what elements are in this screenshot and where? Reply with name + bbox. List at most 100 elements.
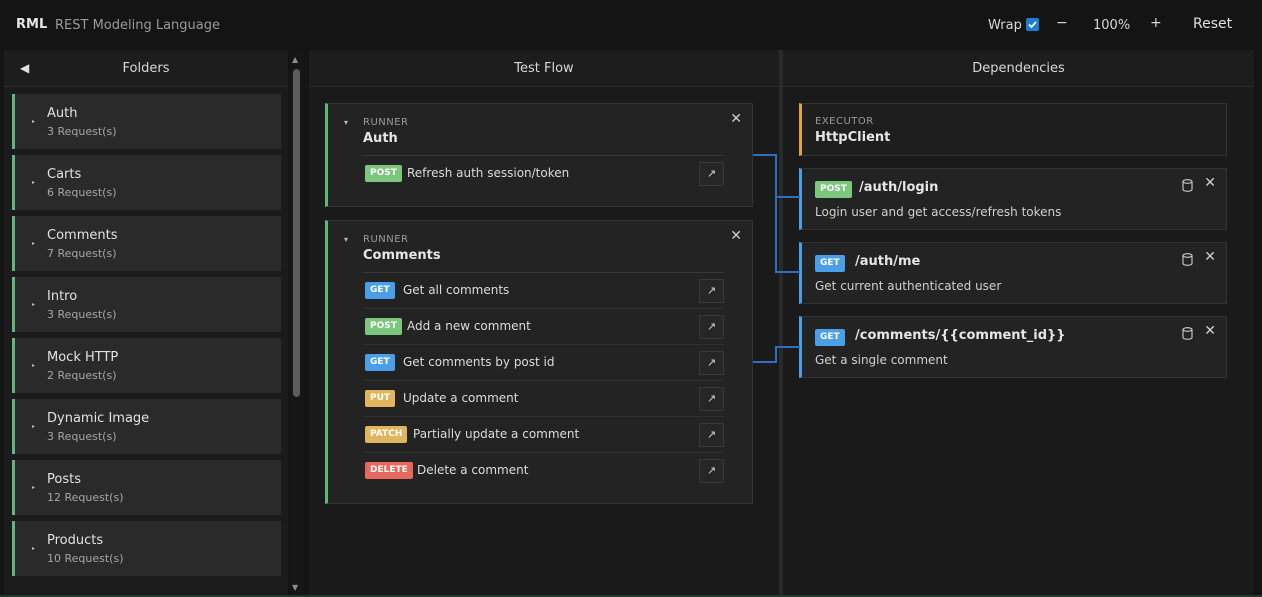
request-row[interactable]: GET Get all comments ↗ bbox=[363, 273, 724, 309]
dependencies-header: Dependencies bbox=[783, 50, 1254, 87]
close-icon[interactable]: ✕ bbox=[730, 111, 742, 127]
folder-item[interactable]: ▸ Auth 3 Request(s) bbox=[12, 94, 281, 149]
folder-request-count: 3 Request(s) bbox=[47, 430, 117, 443]
folder-item[interactable]: ▸ Posts 12 Request(s) bbox=[12, 460, 281, 515]
dependency-path: /auth/me bbox=[855, 254, 921, 269]
caret-right-icon[interactable]: ▸ bbox=[32, 301, 35, 308]
caret-right-icon[interactable]: ▸ bbox=[32, 118, 35, 125]
folder-request-count: 7 Request(s) bbox=[47, 247, 117, 260]
request-name: Delete a comment bbox=[417, 463, 529, 477]
folders-header: ◀ Folders bbox=[4, 50, 288, 87]
dependency-card[interactable]: GET/auth/me Get current authenticated use… bbox=[799, 242, 1227, 304]
request-row[interactable]: PUT Update a comment ↗ bbox=[363, 381, 724, 417]
scroll-thumb[interactable] bbox=[293, 69, 300, 397]
dependency-card[interactable]: POST/auth/login Login user and get access… bbox=[799, 168, 1227, 230]
request-name: Update a comment bbox=[403, 391, 519, 405]
folder-item[interactable]: ▸ Dynamic Image 3 Request(s) bbox=[12, 399, 281, 454]
dependency-path: /comments/{{comment_id}} bbox=[855, 328, 1066, 343]
folder-name: Comments bbox=[47, 228, 118, 243]
collapse-left-icon[interactable]: ◀ bbox=[20, 50, 29, 87]
open-request-button[interactable]: ↗ bbox=[699, 387, 724, 411]
runner-title: Comments bbox=[363, 248, 441, 263]
request-row[interactable]: DELETE Delete a comment ↗ bbox=[363, 453, 724, 489]
database-icon[interactable] bbox=[1182, 179, 1193, 195]
open-request-button[interactable]: ↗ bbox=[699, 315, 724, 339]
folder-item[interactable]: ▸ Carts 6 Request(s) bbox=[12, 155, 281, 210]
database-icon[interactable] bbox=[1182, 253, 1193, 269]
executor-title: HttpClient bbox=[815, 130, 891, 145]
app-subtitle: REST Modeling Language bbox=[55, 18, 220, 33]
request-row[interactable]: PATCH Partially update a comment ↗ bbox=[363, 417, 724, 453]
method-badge: POST bbox=[815, 181, 852, 198]
close-icon[interactable]: ✕ bbox=[1204, 175, 1216, 191]
folder-request-count: 3 Request(s) bbox=[47, 308, 117, 321]
folder-name: Products bbox=[47, 533, 104, 548]
method-badge: GET bbox=[365, 354, 395, 371]
dependency-path: /auth/login bbox=[859, 180, 939, 195]
caret-right-icon[interactable]: ▸ bbox=[32, 484, 35, 491]
executor-label: EXECUTOR bbox=[815, 116, 874, 127]
caret-right-icon[interactable]: ▸ bbox=[32, 240, 35, 247]
method-badge: POST bbox=[365, 165, 402, 182]
app-name: RML bbox=[16, 17, 48, 32]
close-icon[interactable]: ✕ bbox=[1204, 323, 1216, 339]
scroll-down-icon[interactable]: ▼ bbox=[292, 583, 298, 592]
request-name: Get comments by post id bbox=[403, 355, 555, 369]
caret-right-icon[interactable]: ▸ bbox=[32, 362, 35, 369]
folder-item[interactable]: ▸ Mock HTTP 2 Request(s) bbox=[12, 338, 281, 393]
method-badge: DELETE bbox=[365, 462, 413, 479]
request-row[interactable]: POST Refresh auth session/token ↗ bbox=[363, 156, 724, 192]
folders-scrollbar[interactable]: ▲ ▼ bbox=[290, 50, 304, 597]
runner-card: ▾ RUNNER Auth ✕ POST Refresh auth session/tok… bbox=[325, 103, 753, 207]
expand-icon[interactable]: ▾ bbox=[344, 118, 348, 127]
caret-right-icon[interactable]: ▸ bbox=[32, 423, 35, 430]
open-request-button[interactable]: ↗ bbox=[699, 351, 724, 375]
request-name: Refresh auth session/token bbox=[407, 166, 570, 180]
scroll-up-icon[interactable]: ▲ bbox=[292, 55, 298, 64]
folder-request-count: 6 Request(s) bbox=[47, 186, 117, 199]
dependencies-panel: Dependencies EXECUTOR HttpClient POST/au… bbox=[783, 50, 1254, 597]
caret-right-icon[interactable]: ▸ bbox=[32, 545, 35, 552]
dependency-description: Login user and get access/refresh tokens bbox=[815, 205, 1062, 219]
folder-name: Dynamic Image bbox=[47, 411, 150, 426]
wrap-checkbox[interactable] bbox=[1026, 18, 1039, 31]
zoom-level: 100% bbox=[1093, 18, 1131, 33]
method-badge: GET bbox=[815, 255, 845, 272]
request-row[interactable]: POST Add a new comment ↗ bbox=[363, 309, 724, 345]
reset-button[interactable]: Reset bbox=[1193, 16, 1232, 32]
folder-item[interactable]: ▸ Products 10 Request(s) bbox=[12, 521, 281, 576]
open-request-button[interactable]: ↗ bbox=[699, 423, 724, 447]
close-icon[interactable]: ✕ bbox=[1204, 249, 1216, 265]
folder-request-count: 3 Request(s) bbox=[47, 125, 117, 138]
folder-request-count: 12 Request(s) bbox=[47, 491, 124, 504]
runner-label: RUNNER bbox=[363, 234, 409, 245]
dependency-description: Get current authenticated user bbox=[815, 279, 1002, 293]
executor-card: EXECUTOR HttpClient bbox=[799, 103, 1227, 156]
open-request-button[interactable]: ↗ bbox=[699, 279, 724, 303]
database-icon[interactable] bbox=[1182, 327, 1193, 343]
folders-title: Folders bbox=[122, 61, 170, 76]
folder-name: Auth bbox=[47, 106, 78, 121]
dependency-card[interactable]: GET/comments/{{comment_id}} Get a single … bbox=[799, 316, 1227, 378]
open-request-button[interactable]: ↗ bbox=[699, 162, 724, 186]
folder-item[interactable]: ▸ Intro 3 Request(s) bbox=[12, 277, 281, 332]
zoom-in-button[interactable]: + bbox=[1150, 15, 1162, 31]
folder-name: Carts bbox=[47, 167, 82, 182]
request-row[interactable]: GET Get comments by post id ↗ bbox=[363, 345, 724, 381]
close-icon[interactable]: ✕ bbox=[730, 228, 742, 244]
request-name: Get all comments bbox=[403, 283, 510, 297]
check-icon bbox=[1028, 21, 1037, 29]
runner-label: RUNNER bbox=[363, 117, 409, 128]
zoom-out-button[interactable]: − bbox=[1056, 15, 1068, 31]
test-flow-panel: Test Flow ▾ RUNNER Auth ✕ POST Refresh auth s… bbox=[309, 50, 779, 597]
folder-item[interactable]: ▸ Comments 7 Request(s) bbox=[12, 216, 281, 271]
request-name: Add a new comment bbox=[407, 319, 531, 333]
folders-panel: ◀ Folders ▸ Auth 3 Request(s) ▸ Carts 6 Reque… bbox=[4, 50, 288, 597]
wrap-label[interactable]: Wrap bbox=[988, 18, 1022, 33]
folder-name: Posts bbox=[47, 472, 81, 487]
caret-right-icon[interactable]: ▸ bbox=[32, 179, 35, 186]
open-request-button[interactable]: ↗ bbox=[699, 459, 724, 483]
method-badge: PUT bbox=[365, 390, 396, 407]
dependency-description: Get a single comment bbox=[815, 353, 948, 367]
expand-icon[interactable]: ▾ bbox=[344, 235, 348, 244]
